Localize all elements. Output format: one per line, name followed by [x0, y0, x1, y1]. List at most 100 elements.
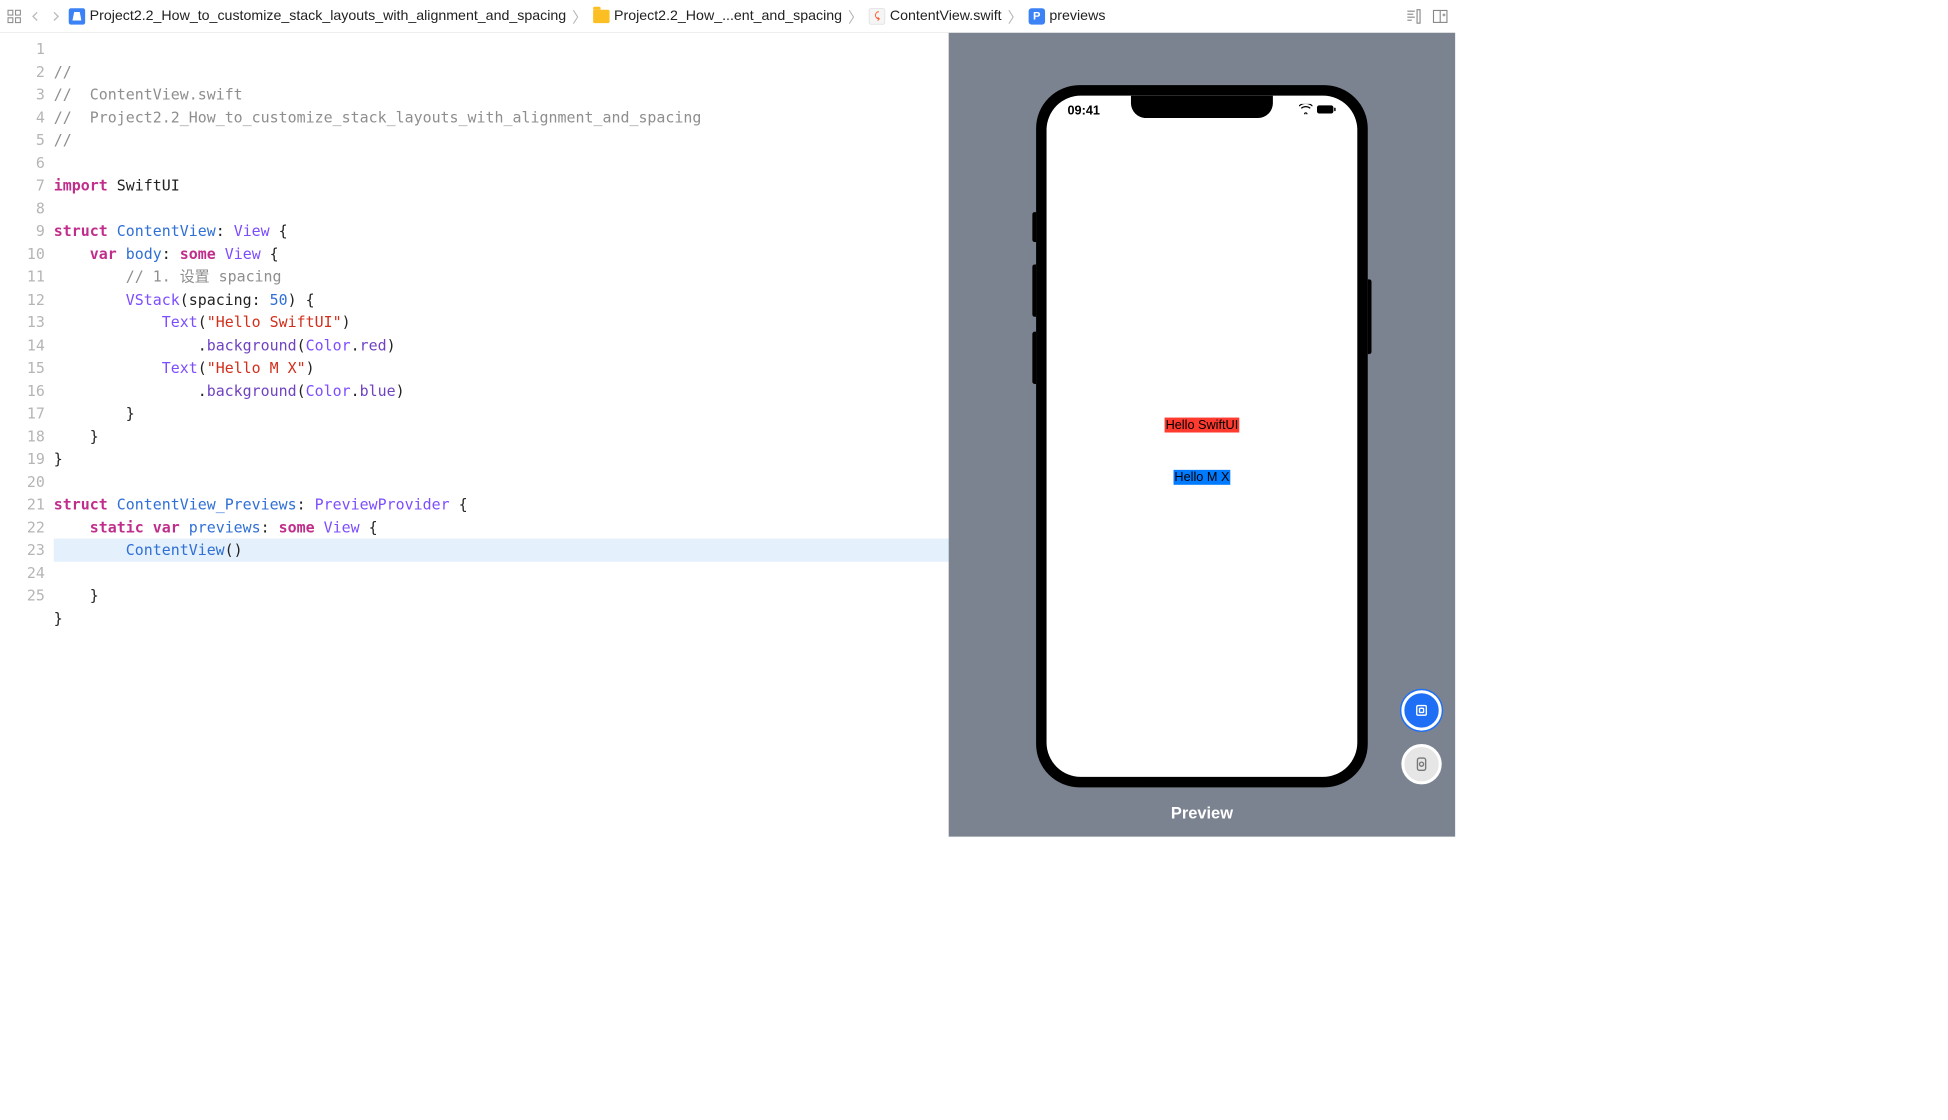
- code-number: 50: [270, 290, 288, 308]
- preview-on-device-button[interactable]: [1401, 744, 1441, 784]
- breadcrumb-project-label: Project2.2_How_to_customize_stack_layout…: [90, 8, 567, 24]
- minimap-icon[interactable]: [1404, 7, 1422, 25]
- code-prop: red: [360, 336, 387, 354]
- line-number: 7: [0, 174, 45, 197]
- phone-power-button: [1368, 279, 1372, 354]
- breadcrumb-file[interactable]: ⤹ ContentView.swift: [869, 8, 1002, 24]
- code-protocol: PreviewProvider: [315, 495, 450, 513]
- code-protocol: View: [234, 222, 270, 240]
- code-brace: }: [54, 427, 99, 445]
- line-number: 6: [0, 151, 45, 174]
- code-method: background: [207, 381, 297, 399]
- code-punct: .: [351, 336, 360, 354]
- code-punct: :: [261, 518, 279, 536]
- code-punct: (: [297, 336, 306, 354]
- code-pad: [54, 290, 126, 308]
- line-number: 19: [0, 447, 45, 470]
- breadcrumb-project[interactable]: Project2.2_How_to_customize_stack_layout…: [69, 8, 566, 24]
- code-punct: .: [351, 381, 360, 399]
- code-brace: }: [54, 609, 63, 627]
- code-punct: (: [198, 313, 207, 331]
- status-time: 09:41: [1067, 103, 1099, 118]
- code-punct: ): [342, 313, 351, 331]
- live-preview-button[interactable]: [1401, 690, 1441, 730]
- code-comment: ContentView.swift: [90, 85, 243, 103]
- code-pad: .: [54, 336, 207, 354]
- code-pad: [54, 313, 162, 331]
- line-number: 4: [0, 106, 45, 129]
- line-number: 12: [0, 288, 45, 311]
- code-keyword: some: [180, 245, 225, 263]
- line-number: 13: [0, 311, 45, 334]
- code-keyword: var: [54, 245, 126, 263]
- phone-volume-down: [1032, 332, 1036, 384]
- line-number: 10: [0, 242, 45, 265]
- code-punct: (: [297, 381, 306, 399]
- add-editor-icon[interactable]: [1431, 7, 1449, 25]
- related-items-icon[interactable]: [6, 8, 22, 24]
- line-number: 5: [0, 128, 45, 151]
- nav-back-icon[interactable]: [27, 8, 43, 24]
- project-icon: [69, 8, 85, 24]
- code-identifier: previews: [189, 518, 261, 536]
- line-number: 21: [0, 493, 45, 516]
- toolbar-right: [1404, 7, 1449, 25]
- line-number: 1: [0, 37, 45, 60]
- code-punct: ) {: [288, 290, 315, 308]
- code-pad: [54, 359, 162, 377]
- line-number: 9: [0, 220, 45, 243]
- code-type: View: [324, 518, 360, 536]
- code-editor[interactable]: 1 2 3 4 5 6 7 8 9 10 11 12 13 14 15 16 1…: [0, 33, 949, 837]
- code-punct: :: [216, 222, 234, 240]
- code-brace: }: [54, 404, 135, 422]
- code-keyword: var: [153, 518, 189, 536]
- folder-icon: [593, 9, 609, 22]
- code-punct: ): [306, 359, 315, 377]
- breadcrumb-symbol[interactable]: P previews: [1029, 8, 1106, 24]
- main-split: 1 2 3 4 5 6 7 8 9 10 11 12 13 14 15 16 1…: [0, 33, 1455, 837]
- code-comment: //: [54, 85, 90, 103]
- code-punct: ): [387, 336, 396, 354]
- code-type: Text: [162, 313, 198, 331]
- line-number: 2: [0, 60, 45, 83]
- swift-file-icon: ⤹: [869, 8, 885, 24]
- code-keyword: import: [54, 176, 108, 194]
- line-number: 3: [0, 83, 45, 106]
- phone-mute-switch: [1032, 212, 1036, 242]
- code-typename: ContentView_Previews: [117, 495, 297, 513]
- code-type: View: [225, 245, 261, 263]
- code-punct: {: [450, 495, 468, 513]
- nav-forward-icon[interactable]: [48, 8, 64, 24]
- preview-text-blue: Hello M X: [1174, 470, 1231, 485]
- code-area[interactable]: // // ContentView.swift // Project2.2_Ho…: [54, 33, 949, 837]
- code-punct: {: [261, 245, 279, 263]
- breadcrumb-sep-icon: 〉: [847, 5, 865, 27]
- code-prop: blue: [360, 381, 396, 399]
- code-type: Text: [162, 359, 198, 377]
- phone-volume-up: [1032, 264, 1036, 316]
- code-string: "Hello M X": [207, 359, 306, 377]
- breadcrumb-file-label: ContentView.swift: [890, 8, 1002, 24]
- code-brace: }: [54, 586, 99, 604]
- code-method: background: [207, 336, 297, 354]
- breadcrumb-sep-icon: 〉: [1006, 5, 1024, 27]
- code-brace: }: [54, 450, 63, 468]
- code-punct: (spacing:: [180, 290, 270, 308]
- line-number: 11: [0, 265, 45, 288]
- code-punct: :: [297, 495, 315, 513]
- line-number: 20: [0, 470, 45, 493]
- code-punct: {: [360, 518, 378, 536]
- preview-symbol-icon: P: [1029, 8, 1045, 24]
- line-number: 15: [0, 356, 45, 379]
- code-identifier: body: [126, 245, 162, 263]
- breadcrumb-folder[interactable]: Project2.2_How_...ent_and_spacing: [593, 8, 842, 24]
- preview-canvas[interactable]: 09:41 Hello SwiftUI Hello M X Pre: [949, 33, 1455, 837]
- code-type: Color: [306, 336, 351, 354]
- code-pad: [54, 267, 126, 285]
- code-string: "Hello SwiftUI": [207, 313, 342, 331]
- code-type: VStack: [126, 290, 180, 308]
- code-punct: :: [162, 245, 180, 263]
- code-keyword: struct: [54, 495, 117, 513]
- device-frame: 09:41 Hello SwiftUI Hello M X: [1036, 85, 1368, 787]
- code-comment: // 1. 设置 spacing: [126, 267, 282, 285]
